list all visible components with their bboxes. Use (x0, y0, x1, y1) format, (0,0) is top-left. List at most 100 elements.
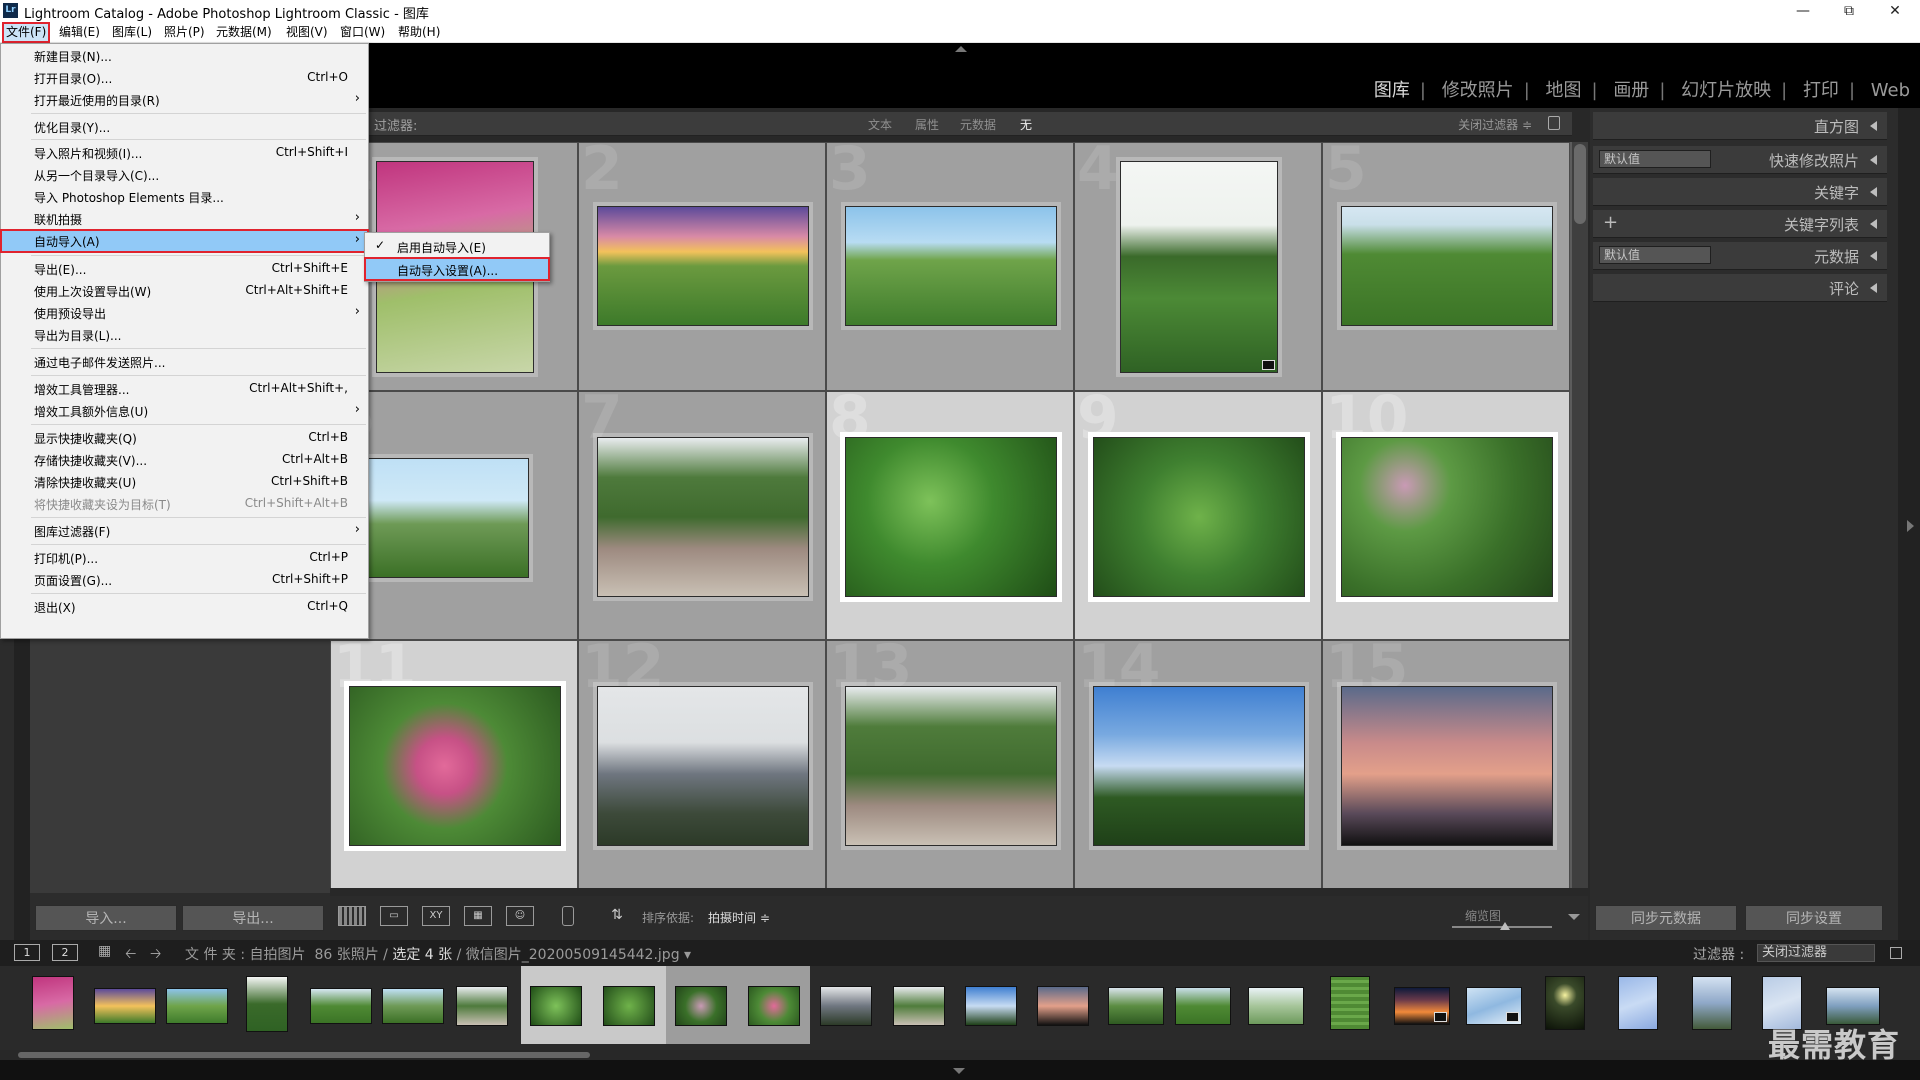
filmstrip-thumbnail[interactable] (94, 988, 156, 1024)
module-print[interactable]: 打印 (1803, 76, 1839, 102)
grid-cell[interactable]: 14 (1074, 640, 1322, 888)
filmstrip-thumbnail[interactable] (456, 986, 508, 1026)
filmstrip-scrollbar[interactable] (18, 1052, 590, 1058)
filmstrip-thumbnail[interactable] (1618, 976, 1658, 1030)
lock-icon[interactable] (1548, 116, 1560, 130)
people-view-icon[interactable]: ☺ (506, 906, 534, 926)
photo-thumbnail[interactable] (597, 686, 809, 846)
photo-thumbnail[interactable] (1341, 437, 1553, 597)
menu-item-export-previous[interactable]: 使用上次设置导出(W) Ctrl+Alt+Shift+E (1, 280, 368, 302)
menu-window[interactable]: 窗口(W) (338, 24, 387, 41)
module-map[interactable]: 地图 (1546, 76, 1582, 102)
menu-item-optimize-catalog[interactable]: 优化目录(Y)... (1, 116, 368, 138)
photo-thumbnail[interactable] (1120, 161, 1278, 373)
collapse-icon[interactable] (1870, 219, 1877, 229)
grid-cell-selected[interactable]: 8 (826, 391, 1074, 640)
filmstrip-thumbnail[interactable] (1692, 976, 1732, 1030)
import-button[interactable]: 导入... (35, 905, 177, 931)
panel-metadata[interactable]: 默认值 元数据 (1593, 242, 1887, 270)
menu-item-open-recent[interactable]: 打开最近使用的目录(R) › (1, 89, 368, 111)
menu-item-enable-auto-import[interactable]: ✓ 启用自动导入(E) (365, 235, 549, 257)
preset-select[interactable]: 默认值 (1599, 150, 1711, 168)
grid-cell-selected[interactable]: 11 (330, 640, 578, 888)
close-icon[interactable]: ✕ (1872, 0, 1918, 22)
filmstrip-thumbnail[interactable] (1037, 986, 1089, 1026)
filmstrip-thumbnail[interactable] (246, 976, 288, 1032)
grid-cell[interactable]: 3 (826, 142, 1074, 391)
menu-item-export[interactable]: 导出(E)... Ctrl+Shift+E (1, 258, 368, 280)
panel-comments[interactable]: 评论 (1593, 274, 1887, 302)
menu-photo[interactable]: 照片(P) (162, 24, 207, 41)
menu-item-import-from-catalog[interactable]: 从另一个目录导入(C)... (1, 164, 368, 186)
menu-item-plugin-extras[interactable]: 增效工具额外信息(U) › (1, 400, 368, 422)
loupe-view-icon[interactable]: ▭ (380, 906, 408, 926)
menu-item-email-photos[interactable]: 通过电子邮件发送照片... (1, 351, 368, 373)
photo-thumbnail[interactable] (845, 206, 1057, 326)
minimize-icon[interactable]: — (1780, 0, 1826, 22)
menu-item-clear-quick-collection[interactable]: 清除快捷收藏夹(U) Ctrl+Shift+B (1, 471, 368, 493)
menu-view[interactable]: 视图(V) (284, 24, 330, 41)
photo-thumbnail[interactable] (597, 437, 809, 597)
module-slideshow[interactable]: 幻灯片放映 (1681, 76, 1771, 102)
sync-settings-button[interactable]: 同步设置 (1745, 905, 1883, 931)
filter-text[interactable]: 文本 (868, 116, 892, 133)
module-web[interactable]: Web (1871, 80, 1910, 101)
menu-item-save-quick-collection[interactable]: 存储快捷收藏夹(V)... Ctrl+Alt+B (1, 449, 368, 471)
grid-cell-selected[interactable]: 9 (1074, 391, 1322, 640)
collapse-icon[interactable] (1870, 283, 1877, 293)
grid-cell[interactable]: 12 (578, 640, 826, 888)
collapse-icon[interactable] (1870, 155, 1877, 165)
panel-keyword-list[interactable]: + 关键字列表 (1593, 210, 1887, 238)
filmstrip-thumbnail[interactable] (1545, 976, 1585, 1030)
window2-button[interactable]: 2 (52, 944, 78, 961)
back-icon[interactable]: 🡠 (125, 943, 136, 967)
filmstrip-thumbnail[interactable] (965, 986, 1017, 1026)
filmstrip-thumbnail[interactable] (1248, 987, 1304, 1025)
photo-thumbnail[interactable] (845, 437, 1057, 597)
toolbar-options-icon[interactable] (1568, 914, 1580, 920)
filmstrip-thumbnail[interactable] (1330, 976, 1370, 1030)
sync-metadata-button[interactable]: 同步元数据 (1595, 905, 1737, 931)
panel-histogram[interactable]: 直方图 (1593, 112, 1887, 140)
collapse-icon[interactable] (1870, 121, 1877, 131)
menu-metadata[interactable]: 元数据(M) (214, 24, 274, 41)
grid-cell[interactable]: 15 (1322, 640, 1570, 888)
panel-quick-develop[interactable]: 默认值 快速修改照片 (1593, 146, 1887, 174)
filmstrip-thumbnail[interactable] (382, 988, 444, 1024)
filmstrip-thumbnail[interactable] (748, 986, 800, 1026)
grid-cell[interactable]: 2 (578, 142, 826, 391)
photo-thumbnail[interactable] (1341, 206, 1553, 326)
photo-thumbnail[interactable] (1341, 686, 1553, 846)
filmstrip-thumbnail[interactable] (1108, 987, 1164, 1025)
filmstrip-thumbnail[interactable] (1394, 987, 1450, 1025)
filmstrip-filter-select[interactable]: 关闭过滤器 (1757, 944, 1875, 962)
menu-item-plugin-manager[interactable]: 增效工具管理器... Ctrl+Alt+Shift+, (1, 378, 368, 400)
source-info[interactable]: 文 件 夹 : 自拍图片 86 张照片 / 选定 4 张 / 微信图片_2020… (185, 944, 691, 964)
menu-item-auto-import-settings[interactable]: 自动导入设置(A)... (364, 257, 550, 281)
grid-scrollbar[interactable] (1572, 142, 1588, 888)
filmstrip-thumbnail[interactable] (310, 988, 372, 1024)
menu-item-open-catalog[interactable]: 打开目录(O)... Ctrl+O (1, 67, 368, 89)
menu-item-library-filters[interactable]: 图库过滤器(F) › (1, 520, 368, 542)
photo-thumbnail[interactable] (1093, 437, 1305, 597)
forward-icon[interactable]: 🡢 (150, 943, 161, 967)
grid-cell-selected[interactable]: 10 (1322, 391, 1570, 640)
sort-direction-icon[interactable]: ⇅ (602, 906, 632, 926)
collapse-top-icon[interactable] (955, 46, 967, 52)
photo-thumbnail[interactable] (845, 686, 1057, 846)
menu-help[interactable]: 帮助(H) (396, 24, 442, 41)
scroll-thumb[interactable] (1574, 144, 1586, 224)
filter-none[interactable]: 无 (1020, 116, 1032, 133)
menu-library[interactable]: 图库(L) (110, 24, 154, 41)
filter-switch-icon[interactable] (1890, 947, 1902, 959)
menu-item-export-preset[interactable]: 使用预设导出 › (1, 302, 368, 324)
grid-cell[interactable]: 4 (1074, 142, 1322, 391)
panel-keywording[interactable]: 关键字 (1593, 178, 1887, 206)
grid-cell[interactable]: 7 (578, 391, 826, 640)
menu-edit[interactable]: 编辑(E) (57, 24, 102, 41)
menu-item-export-catalog[interactable]: 导出为目录(L)... (1, 324, 368, 346)
collapse-icon[interactable] (1870, 251, 1877, 261)
add-keyword-icon[interactable]: + (1603, 212, 1618, 233)
filmstrip-thumbnail[interactable] (32, 976, 74, 1030)
metadata-preset-select[interactable]: 默认值 (1599, 246, 1711, 264)
